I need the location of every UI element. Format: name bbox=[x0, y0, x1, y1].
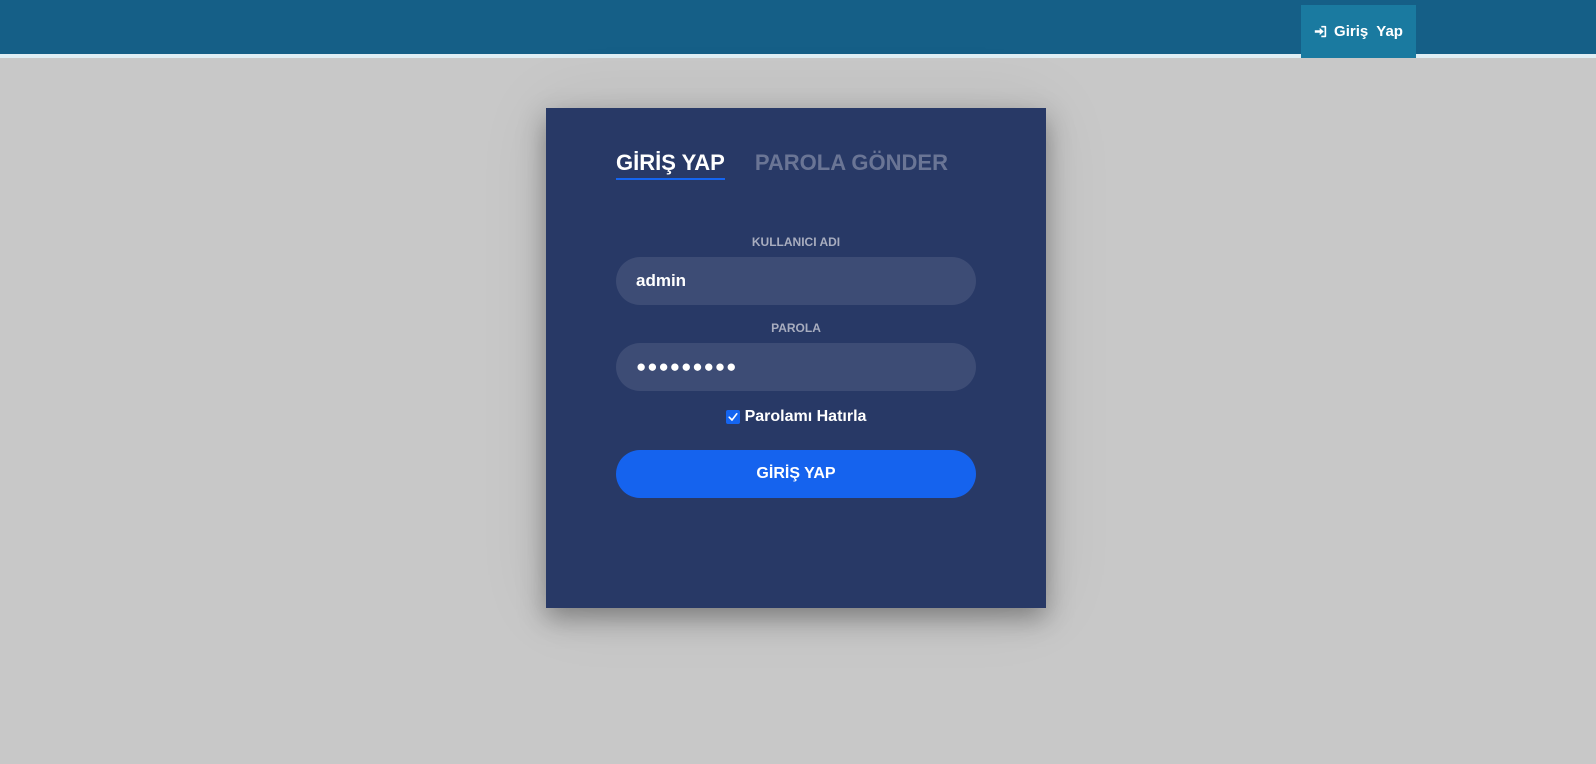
username-input[interactable] bbox=[616, 257, 976, 305]
check-icon bbox=[727, 413, 738, 421]
login-tabs: GİRİŞ YAP PAROLA GÖNDER bbox=[616, 150, 948, 180]
password-masked-value: ●●●●●●●●● bbox=[636, 357, 738, 376]
top-navbar: Giriş Yap bbox=[0, 0, 1596, 58]
sign-in-icon bbox=[1314, 25, 1327, 38]
header-login-button[interactable]: Giriş Yap bbox=[1301, 5, 1416, 58]
login-submit-button[interactable]: GİRİŞ YAP bbox=[616, 450, 976, 498]
login-card: GİRİŞ YAP PAROLA GÖNDER KULLANICI ADI PA… bbox=[546, 108, 1046, 608]
remember-label[interactable]: Parolamı Hatırla bbox=[745, 408, 867, 426]
header-login-label: Giriş Yap bbox=[1334, 23, 1403, 40]
remember-password-row: Parolamı Hatırla bbox=[616, 408, 976, 426]
password-label: PAROLA bbox=[771, 321, 821, 335]
username-label: KULLANICI ADI bbox=[751, 235, 841, 249]
remember-checkbox[interactable] bbox=[725, 410, 740, 424]
tab-login[interactable]: GİRİŞ YAP bbox=[616, 150, 725, 180]
password-input[interactable]: ●●●●●●●●● bbox=[616, 343, 976, 391]
tab-send-password[interactable]: PAROLA GÖNDER bbox=[755, 150, 948, 180]
